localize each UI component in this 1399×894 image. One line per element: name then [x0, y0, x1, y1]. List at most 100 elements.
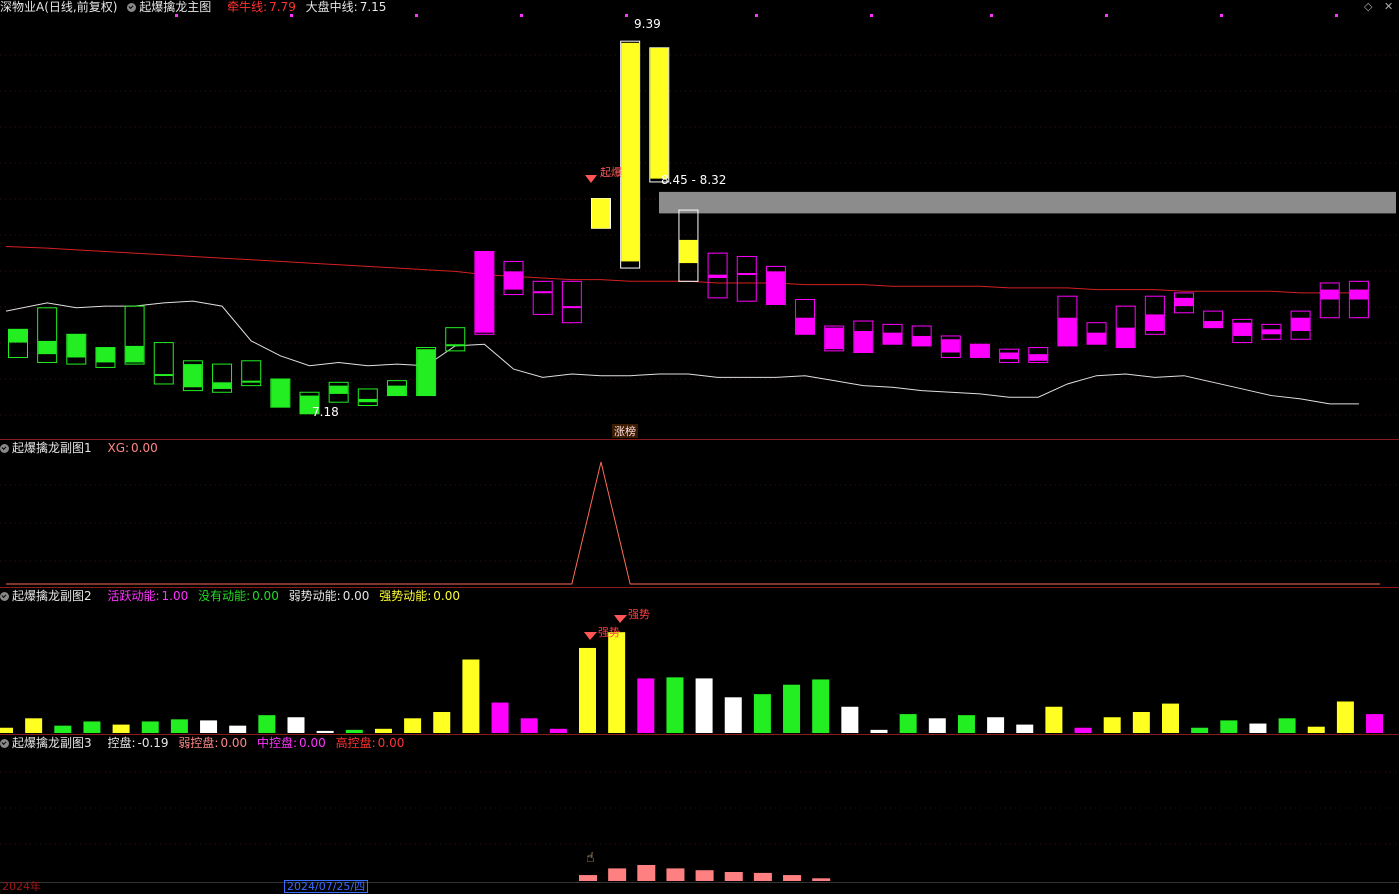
candle-range	[357, 388, 378, 407]
momentum-bar	[899, 714, 917, 733]
momentum-bar	[491, 702, 509, 733]
price-zone-rect	[659, 191, 1396, 214]
price-zone-band	[659, 191, 1396, 214]
top-marker-dot	[175, 14, 178, 17]
footer-axis	[0, 882, 1399, 883]
sub1-xg-line	[6, 461, 1380, 585]
momentum-bar	[666, 677, 684, 733]
check-icon	[0, 444, 9, 453]
candle-range	[153, 342, 174, 385]
momentum-bar	[783, 684, 801, 733]
candle-body	[154, 374, 173, 377]
footer-date[interactable]: 2024/07/25/四	[284, 880, 369, 893]
candle-body	[9, 329, 27, 343]
candle-body	[242, 380, 261, 383]
sub3-a-label: 控盘:	[107, 736, 136, 750]
control-bar	[724, 872, 743, 881]
footer-year: 2024年	[2, 880, 41, 893]
candle-body	[941, 339, 960, 353]
candle-body	[1204, 321, 1223, 328]
candle-body	[329, 385, 348, 394]
diamond-icon	[585, 175, 597, 183]
low-price-label: 7.18	[312, 405, 339, 419]
sub3-header: 起爆擒龙副图3 控盘: -0.19 弱控盘: 0.00 中控盘: 0.00 高控盘: 0…	[0, 736, 410, 750]
momentum-bar	[695, 678, 713, 733]
momentum-bar	[1336, 701, 1354, 733]
momentum-bar	[1191, 727, 1209, 733]
control-bar	[637, 864, 656, 881]
top-marker-dot	[990, 14, 993, 17]
sub2-b-label: 没有动能:	[198, 589, 251, 603]
momentum-bar	[462, 659, 480, 733]
momentum-bar	[170, 719, 188, 733]
candle-body	[970, 344, 989, 358]
sub3-a-value: -0.19	[137, 736, 169, 750]
signal-qibao-label: 起爆	[600, 165, 622, 179]
momentum-bar	[345, 729, 363, 733]
sub3-d-label: 高控盘:	[335, 736, 376, 750]
top-marker-dot	[520, 14, 523, 17]
candle-body	[1058, 317, 1077, 346]
momentum-bar	[83, 721, 101, 733]
momentum-bar	[433, 712, 451, 733]
momentum-bar	[1132, 712, 1150, 733]
sub3-d-value: 0.00	[377, 736, 405, 750]
momentum-bar	[549, 728, 567, 733]
sub1-name[interactable]: 起爆擒龙副图1	[0, 441, 98, 455]
candle-body	[358, 398, 377, 403]
check-icon	[127, 3, 137, 12]
momentum-bar	[229, 725, 247, 733]
top-marker-dot	[870, 14, 873, 17]
sub2-d-value: 0.00	[433, 589, 461, 603]
candle-body	[1029, 354, 1048, 361]
sub1-header: 起爆擒龙副图1 XG: 0.00	[0, 441, 164, 455]
momentum-bar	[112, 724, 130, 733]
control-bar	[666, 868, 685, 881]
candle-body	[1175, 297, 1193, 307]
close-icon[interactable]: ✕	[1384, 0, 1393, 13]
panel-separator[interactable]	[0, 587, 1399, 588]
candle-body	[1145, 314, 1164, 331]
stock-name[interactable]: 深物业A(日线,前复权)	[0, 0, 117, 14]
candle-body	[533, 291, 552, 294]
chart-canvas[interactable]: 9.39 7.18 8.45 - 8.32 起爆涨榜强势强势 ☝	[0, 0, 1399, 890]
zone-label: 8.45 - 8.32	[661, 173, 726, 187]
candle-body	[446, 344, 465, 347]
diamond-icon[interactable]: ◇	[1364, 0, 1372, 13]
candle-body	[38, 340, 57, 355]
panel-separator[interactable]	[0, 439, 1399, 440]
panel-separator[interactable]	[0, 734, 1399, 735]
candle-body	[475, 251, 494, 333]
candle-range	[445, 327, 466, 352]
sub3-name[interactable]: 起爆擒龙副图3	[0, 736, 98, 750]
momentum-bar	[1278, 718, 1296, 733]
momentum-bar	[1307, 726, 1325, 733]
candle-body	[912, 335, 931, 346]
momentum-bar	[1103, 717, 1121, 733]
momentum-bar	[928, 718, 946, 733]
candle-body	[766, 271, 785, 305]
momentum-bar	[637, 678, 655, 733]
momentum-bar	[374, 728, 392, 733]
momentum-bar	[520, 718, 538, 733]
top-marker-dot	[290, 14, 293, 17]
momentum-bar	[1045, 706, 1063, 733]
momentum-bar	[870, 729, 888, 733]
sub3-c-label: 中控盘:	[257, 736, 298, 750]
candle-body	[708, 274, 727, 278]
strong-label-1: 强势	[598, 626, 620, 639]
sub1-xg-value: 0.00	[131, 441, 158, 455]
top-marker-dot	[1220, 14, 1223, 17]
candle-range	[561, 280, 582, 324]
line1-label: 牵牛线:	[227, 0, 268, 14]
candle-body	[592, 198, 610, 229]
candle-body	[417, 349, 436, 396]
candle-body	[1233, 322, 1252, 336]
line1-value: 7.79	[269, 0, 296, 14]
candle-body	[96, 347, 115, 363]
candle-body	[1349, 289, 1368, 300]
line2-value: 7.15	[359, 0, 387, 14]
sub1-xg-label: XG:	[107, 441, 130, 455]
sub2-name[interactable]: 起爆擒龙副图2	[0, 589, 98, 603]
indicator-name[interactable]: 起爆擒龙主图	[127, 0, 217, 14]
